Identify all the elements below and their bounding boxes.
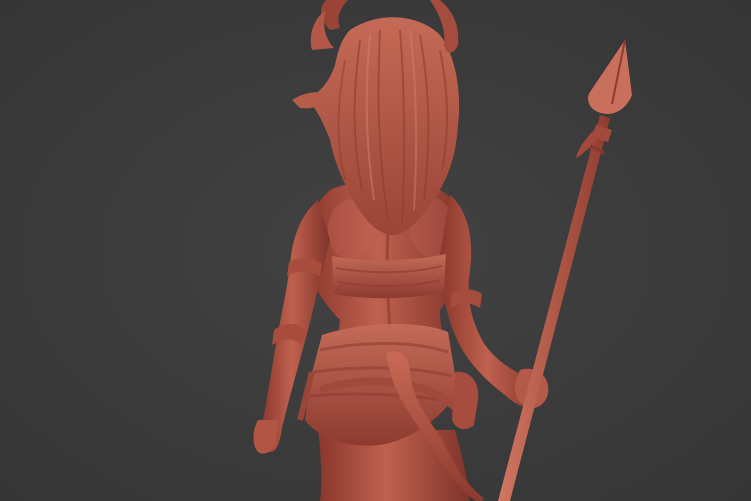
sculpt-render: [253, 0, 632, 501]
spear: [498, 39, 632, 501]
chest-wrap: [332, 254, 446, 299]
waist-wrap: [297, 324, 479, 446]
viewport-canvas[interactable]: [0, 0, 751, 501]
